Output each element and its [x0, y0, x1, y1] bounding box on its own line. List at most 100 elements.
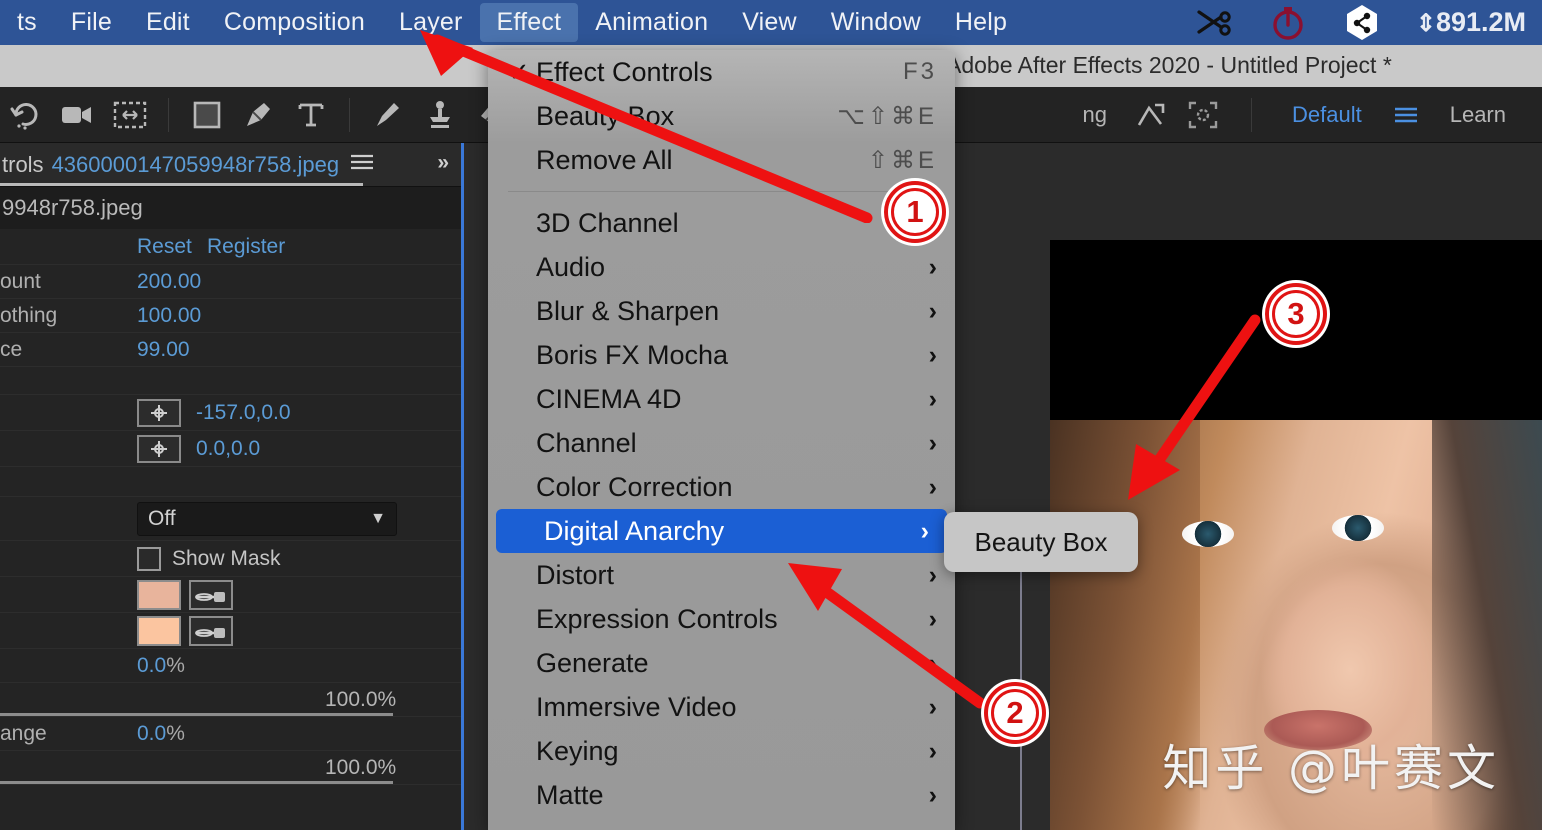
shape-tool-icon[interactable] [181, 92, 233, 138]
camera-tool-icon[interactable] [52, 92, 104, 138]
menu-item-effects-truncated[interactable]: ts [0, 3, 54, 42]
eyedropper-icon[interactable] [189, 615, 233, 646]
menu-item-file[interactable]: File [54, 3, 129, 42]
toolbar-group-create [181, 87, 337, 142]
anchor-point-icon[interactable] [137, 434, 181, 463]
chevron-right-icon: › [928, 252, 937, 281]
menu-item-layer[interactable]: Layer [382, 3, 480, 42]
anchor-value[interactable]: 0.0,0.0 [196, 437, 260, 461]
property-value[interactable]: 100.00 [137, 304, 201, 328]
menu-option-digital-anarchy[interactable]: Digital Anarchy › [496, 509, 947, 553]
slider-max-value: 100.0% [325, 755, 397, 779]
property-label: ount [0, 269, 41, 293]
brush-tool-icon[interactable] [362, 92, 414, 138]
menu-option-audio[interactable]: Audio › [488, 245, 955, 289]
effect-controls-tab-bar: trols 4360000147059948r758.jpeg » [0, 143, 461, 187]
chevron-right-icon: › [928, 428, 937, 457]
rotate-tool-icon[interactable] [0, 92, 52, 138]
watermark: 知乎 @叶赛文 [1162, 740, 1500, 797]
anchor-point-icon[interactable] [137, 398, 181, 427]
panel-menu-icon[interactable] [349, 153, 375, 176]
menu-option-label: CINEMA 4D [536, 383, 682, 414]
menu-option-label: Effect Controls [536, 56, 713, 87]
menu-option-effect-controls[interactable]: ✓ Effect Controls F3 [488, 50, 955, 94]
scissors-icon[interactable] [1194, 4, 1234, 42]
menu-item-edit[interactable]: Edit [129, 3, 207, 42]
menu-option-label: Digital Anarchy [544, 515, 725, 546]
show-mask-checkbox[interactable]: Show Mask [137, 546, 281, 571]
property-value[interactable]: 200.00 [137, 270, 201, 294]
menu-item-window[interactable]: Window [814, 3, 938, 42]
checkmark-icon: ✓ [508, 56, 530, 87]
toolbar-divider [349, 97, 350, 132]
register-link[interactable]: Register [207, 235, 285, 259]
chevron-double-right-icon[interactable]: » [437, 151, 449, 175]
color-swatch[interactable] [137, 579, 181, 610]
mask-mode-select[interactable]: Off ▼ [137, 501, 397, 536]
learn-button[interactable]: Learn [1432, 102, 1524, 128]
share-node-icon[interactable] [1342, 4, 1382, 42]
chevron-right-icon: › [928, 604, 937, 633]
menu-option-color-correction[interactable]: Color Correction › [488, 465, 955, 509]
menu-option-shortcut: ⌥⇧⌘E [837, 102, 937, 130]
menu-option-keying[interactable]: Keying › [488, 729, 955, 773]
menu-option-shortcut: F3 [902, 58, 937, 85]
menu-option-distort[interactable]: Distort › [488, 553, 955, 597]
slider-row-1-max: 100.0% [0, 683, 461, 717]
slider-track[interactable] [0, 781, 393, 784]
effect-controls-tab-label[interactable]: trols [0, 152, 44, 178]
slider-row-1-value: 0.0% [0, 649, 461, 683]
slider-row-2-max: 100.0% [0, 751, 461, 785]
menu-option-cinema-4d[interactable]: CINEMA 4D › [488, 377, 955, 421]
slider-value[interactable]: 0.0% [137, 654, 185, 678]
property-value[interactable]: 99.00 [137, 338, 190, 362]
chevron-right-icon: › [928, 648, 937, 677]
menu-option-beauty-box[interactable]: Beauty Box ⌥⇧⌘E [488, 94, 955, 138]
property-label: othing [0, 303, 58, 327]
hamburger-icon[interactable] [1380, 92, 1432, 138]
chevron-right-icon: › [928, 384, 937, 413]
menu-option-matte[interactable]: Matte › [488, 773, 955, 817]
menu-item-composition[interactable]: Composition [207, 3, 382, 42]
menu-item-view[interactable]: View [725, 3, 814, 42]
eyedropper-icon[interactable] [189, 579, 233, 610]
menu-option-expression-controls[interactable]: Expression Controls › [488, 597, 955, 641]
chevron-right-icon: › [920, 516, 929, 545]
app-title: Adobe After Effects 2020 - Untitled Proj… [946, 52, 1392, 78]
property-row-amount: ount 200.00 [0, 265, 461, 299]
menu-item-effect[interactable]: Effect [479, 3, 579, 42]
menu-item-help[interactable]: Help [938, 3, 1024, 42]
puppet-pin-icon[interactable] [1125, 92, 1177, 138]
spacer-row [0, 367, 461, 395]
text-tool-icon[interactable] [285, 92, 337, 138]
menu-option-generate[interactable]: Generate › [488, 641, 955, 685]
annotation-marker-1: 1 [884, 181, 946, 243]
menu-option-channel[interactable]: Channel › [488, 421, 955, 465]
memory-indicator: ⇕891.2M [1415, 7, 1526, 37]
digital-anarchy-submenu[interactable]: Beauty Box [944, 512, 1138, 572]
slider-value[interactable]: 0.0% [137, 722, 185, 746]
submenu-item-beauty-box[interactable]: Beauty Box [975, 527, 1108, 558]
effect-controls-tab-filename[interactable]: 4360000147059948r758.jpeg [44, 152, 340, 178]
menu-option-boris-fx-mocha[interactable]: Boris FX Mocha › [488, 333, 955, 377]
workspace-default-button[interactable]: Default [1274, 102, 1380, 128]
show-mask-row: Show Mask [0, 541, 461, 577]
show-mask-label: Show Mask [172, 546, 281, 570]
clone-stamp-tool-icon[interactable] [414, 92, 466, 138]
menu-option-shortcut: ⇧⌘E [867, 146, 937, 174]
roto-brush-icon[interactable] [1177, 92, 1229, 138]
pen-tool-icon[interactable] [233, 92, 285, 138]
menu-option-remove-all[interactable]: Remove All ⇧⌘E [488, 138, 955, 182]
menu-item-animation[interactable]: Animation [578, 3, 725, 42]
photo-eye-left [1182, 521, 1234, 547]
region-of-interest-icon[interactable] [104, 92, 156, 138]
chevron-right-icon: › [928, 780, 937, 809]
anchor-value[interactable]: -157.0,0.0 [196, 401, 291, 425]
menu-option-label: Remove All [536, 144, 673, 175]
color-swatch[interactable] [137, 615, 181, 646]
timer-record-icon[interactable] [1268, 4, 1308, 42]
slider-track[interactable] [0, 713, 393, 716]
menu-option-immersive-video[interactable]: Immersive Video › [488, 685, 955, 729]
reset-link[interactable]: Reset [137, 235, 192, 259]
menu-option-blur-sharpen[interactable]: Blur & Sharpen › [488, 289, 955, 333]
